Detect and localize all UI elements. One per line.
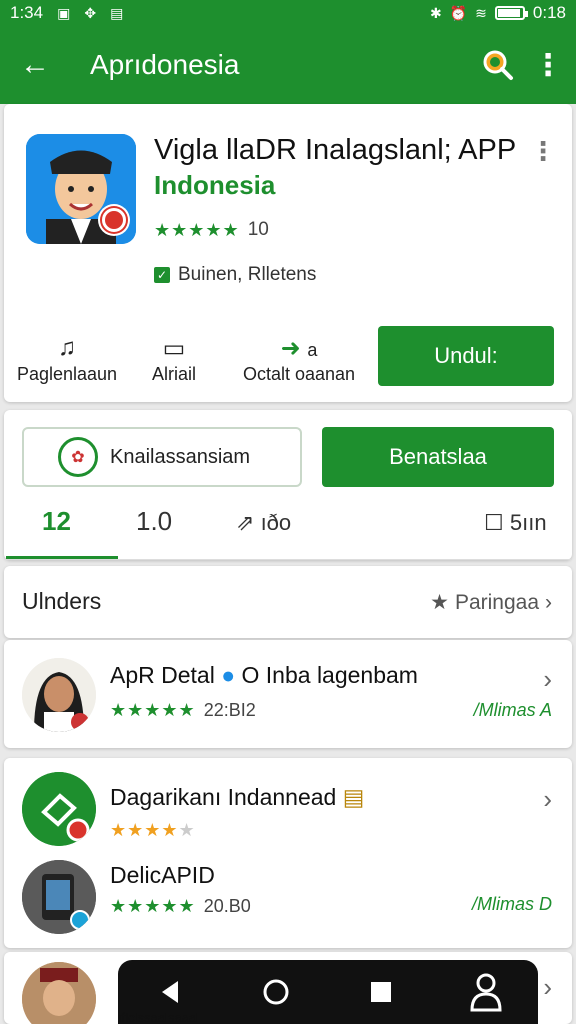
chevron-right-icon: › — [545, 590, 552, 614]
app-badge-icon — [98, 204, 130, 236]
nav-recents-icon[interactable] — [356, 967, 406, 1017]
avatar — [22, 658, 96, 732]
row-tag: /Mlimas A — [473, 700, 552, 720]
gift-icon: ✿ — [58, 437, 98, 477]
meta-content: ➜ a Octalt oaanan — [234, 334, 364, 385]
briefcase-icon: ▤ — [342, 784, 365, 810]
rating-stars: ★★★★★ — [154, 219, 240, 240]
rating-stars: ★★★★★ — [110, 700, 196, 720]
back-arrow-icon[interactable]: ← — [0, 48, 70, 82]
settings-icon: ✥ — [84, 5, 97, 21]
row-rating: ★★★★★ 20.B0 — [110, 896, 251, 916]
app-icon — [26, 134, 136, 244]
section-header-card: Ulnders ★ Paringaa › — [4, 566, 572, 638]
meta-label: Paglenlaaun — [16, 364, 118, 384]
list-card: Dagarikanı Indannead ▤ ★★★★★ › DelicAPID… — [4, 758, 572, 948]
row-title: ApR Detal ● O Inba lagenbam — [110, 662, 418, 688]
status-time: 1:34 — [10, 3, 44, 22]
share-icon: ⇗ — [236, 510, 255, 535]
arrow-icon: ➜ a — [280, 335, 318, 362]
chevron-right-icon[interactable]: › — [543, 972, 552, 1003]
app-icon — [22, 772, 96, 846]
overflow-menu-icon[interactable]: ⋮ — [520, 48, 576, 83]
status-bar: 1:34 ▣ ✥ ▤ ✱ ⏰ ≋ 0:18 — [0, 0, 576, 26]
music-icon: ♫ — [58, 334, 76, 361]
app-bar: ← Aprıdonesia ⋮ — [0, 26, 576, 104]
tagline-text: Buinen, Rlletens — [178, 264, 317, 285]
divider — [4, 559, 572, 560]
search-icon[interactable] — [476, 43, 520, 87]
tab-rating[interactable]: 12 — [42, 506, 71, 537]
row-tag: /Mlimas D — [472, 894, 552, 914]
page-title: Aprıdonesia — [90, 49, 240, 80]
tab-share[interactable]: ⇗ ıðo — [236, 510, 291, 536]
nav-profile-icon[interactable] — [461, 967, 511, 1017]
check-icon: ✓ — [154, 267, 170, 283]
row-title: Dagarikanı Indannead ▤ — [110, 784, 365, 810]
app-subtitle: Indonesia — [154, 170, 276, 200]
avatar — [22, 962, 96, 1024]
wifi-icon: ≋ — [475, 5, 487, 21]
app-title: Vigla llaDR Inalagslanl; APP — [154, 134, 517, 166]
app-header-card: Vigla llaDR Inalagslanl; APP Indonesia ⋮… — [4, 104, 572, 402]
secondary-action-label: Knailassansiam — [110, 445, 251, 468]
tab-comments[interactable]: ☐ 5ıın — [484, 510, 547, 536]
status-clock: 0:18 — [532, 3, 566, 22]
app-tagline: ✓ Buinen, Rlletens — [154, 264, 316, 286]
comment-icon: ☐ — [484, 510, 504, 535]
install-button[interactable]: Undul: — [378, 326, 554, 386]
meta-label: Octalt oaanan — [242, 364, 356, 384]
bottom-caption: ıflclssaalsaaal — [118, 1010, 199, 1024]
secondary-action-button[interactable]: ✿ Knailassansiam — [22, 427, 302, 487]
clipboard-icon: ▤ — [110, 5, 124, 21]
chevron-right-icon[interactable]: › — [543, 664, 552, 695]
chevron-right-icon[interactable]: › — [543, 784, 552, 815]
list-item[interactable]: ApR Detal ● O Inba lagenbam ★★★★★ 22:BI2… — [4, 640, 572, 748]
rating-stars: ★★★★★ — [110, 896, 196, 916]
user-icon: ● — [221, 662, 236, 688]
avatar — [22, 860, 96, 934]
primary-action-button[interactable]: Benatslaa — [322, 427, 554, 487]
meta-downloads: ♫ Paglenlaaun — [12, 334, 122, 385]
meta-size: ▭ Alriail — [134, 334, 214, 385]
nav-home-icon[interactable] — [251, 967, 301, 1017]
battery-icon — [494, 6, 528, 20]
bluetooth-icon: ✱ — [430, 5, 442, 21]
row-title: DelicAPID — [110, 862, 215, 888]
actions-card: ✿ Knailassansiam Benatslaa 12 1.0 ⇗ ıðo … — [4, 410, 572, 560]
notification-icon: ▣ — [57, 5, 71, 21]
app-rating: ★★★★★ 10 — [154, 219, 269, 241]
section-link[interactable]: ★ Paringaa › — [430, 590, 552, 615]
rating-stars: ★★★★★ — [110, 820, 196, 840]
star-icon: ★ — [430, 591, 449, 614]
card-menu-icon[interactable]: ⋮ — [530, 136, 556, 167]
alarm-icon: ⏰ — [449, 5, 468, 21]
row-rating: ★★★★★ — [110, 820, 196, 841]
meta-label: Alriail — [151, 364, 196, 384]
section-title: Ulnders — [22, 588, 102, 614]
rating-value: 10 — [247, 219, 269, 240]
row-rating: ★★★★★ 22:BI2 — [110, 700, 256, 720]
tab-version[interactable]: 1.0 — [136, 506, 172, 537]
screen-icon: ▭ — [162, 335, 186, 362]
